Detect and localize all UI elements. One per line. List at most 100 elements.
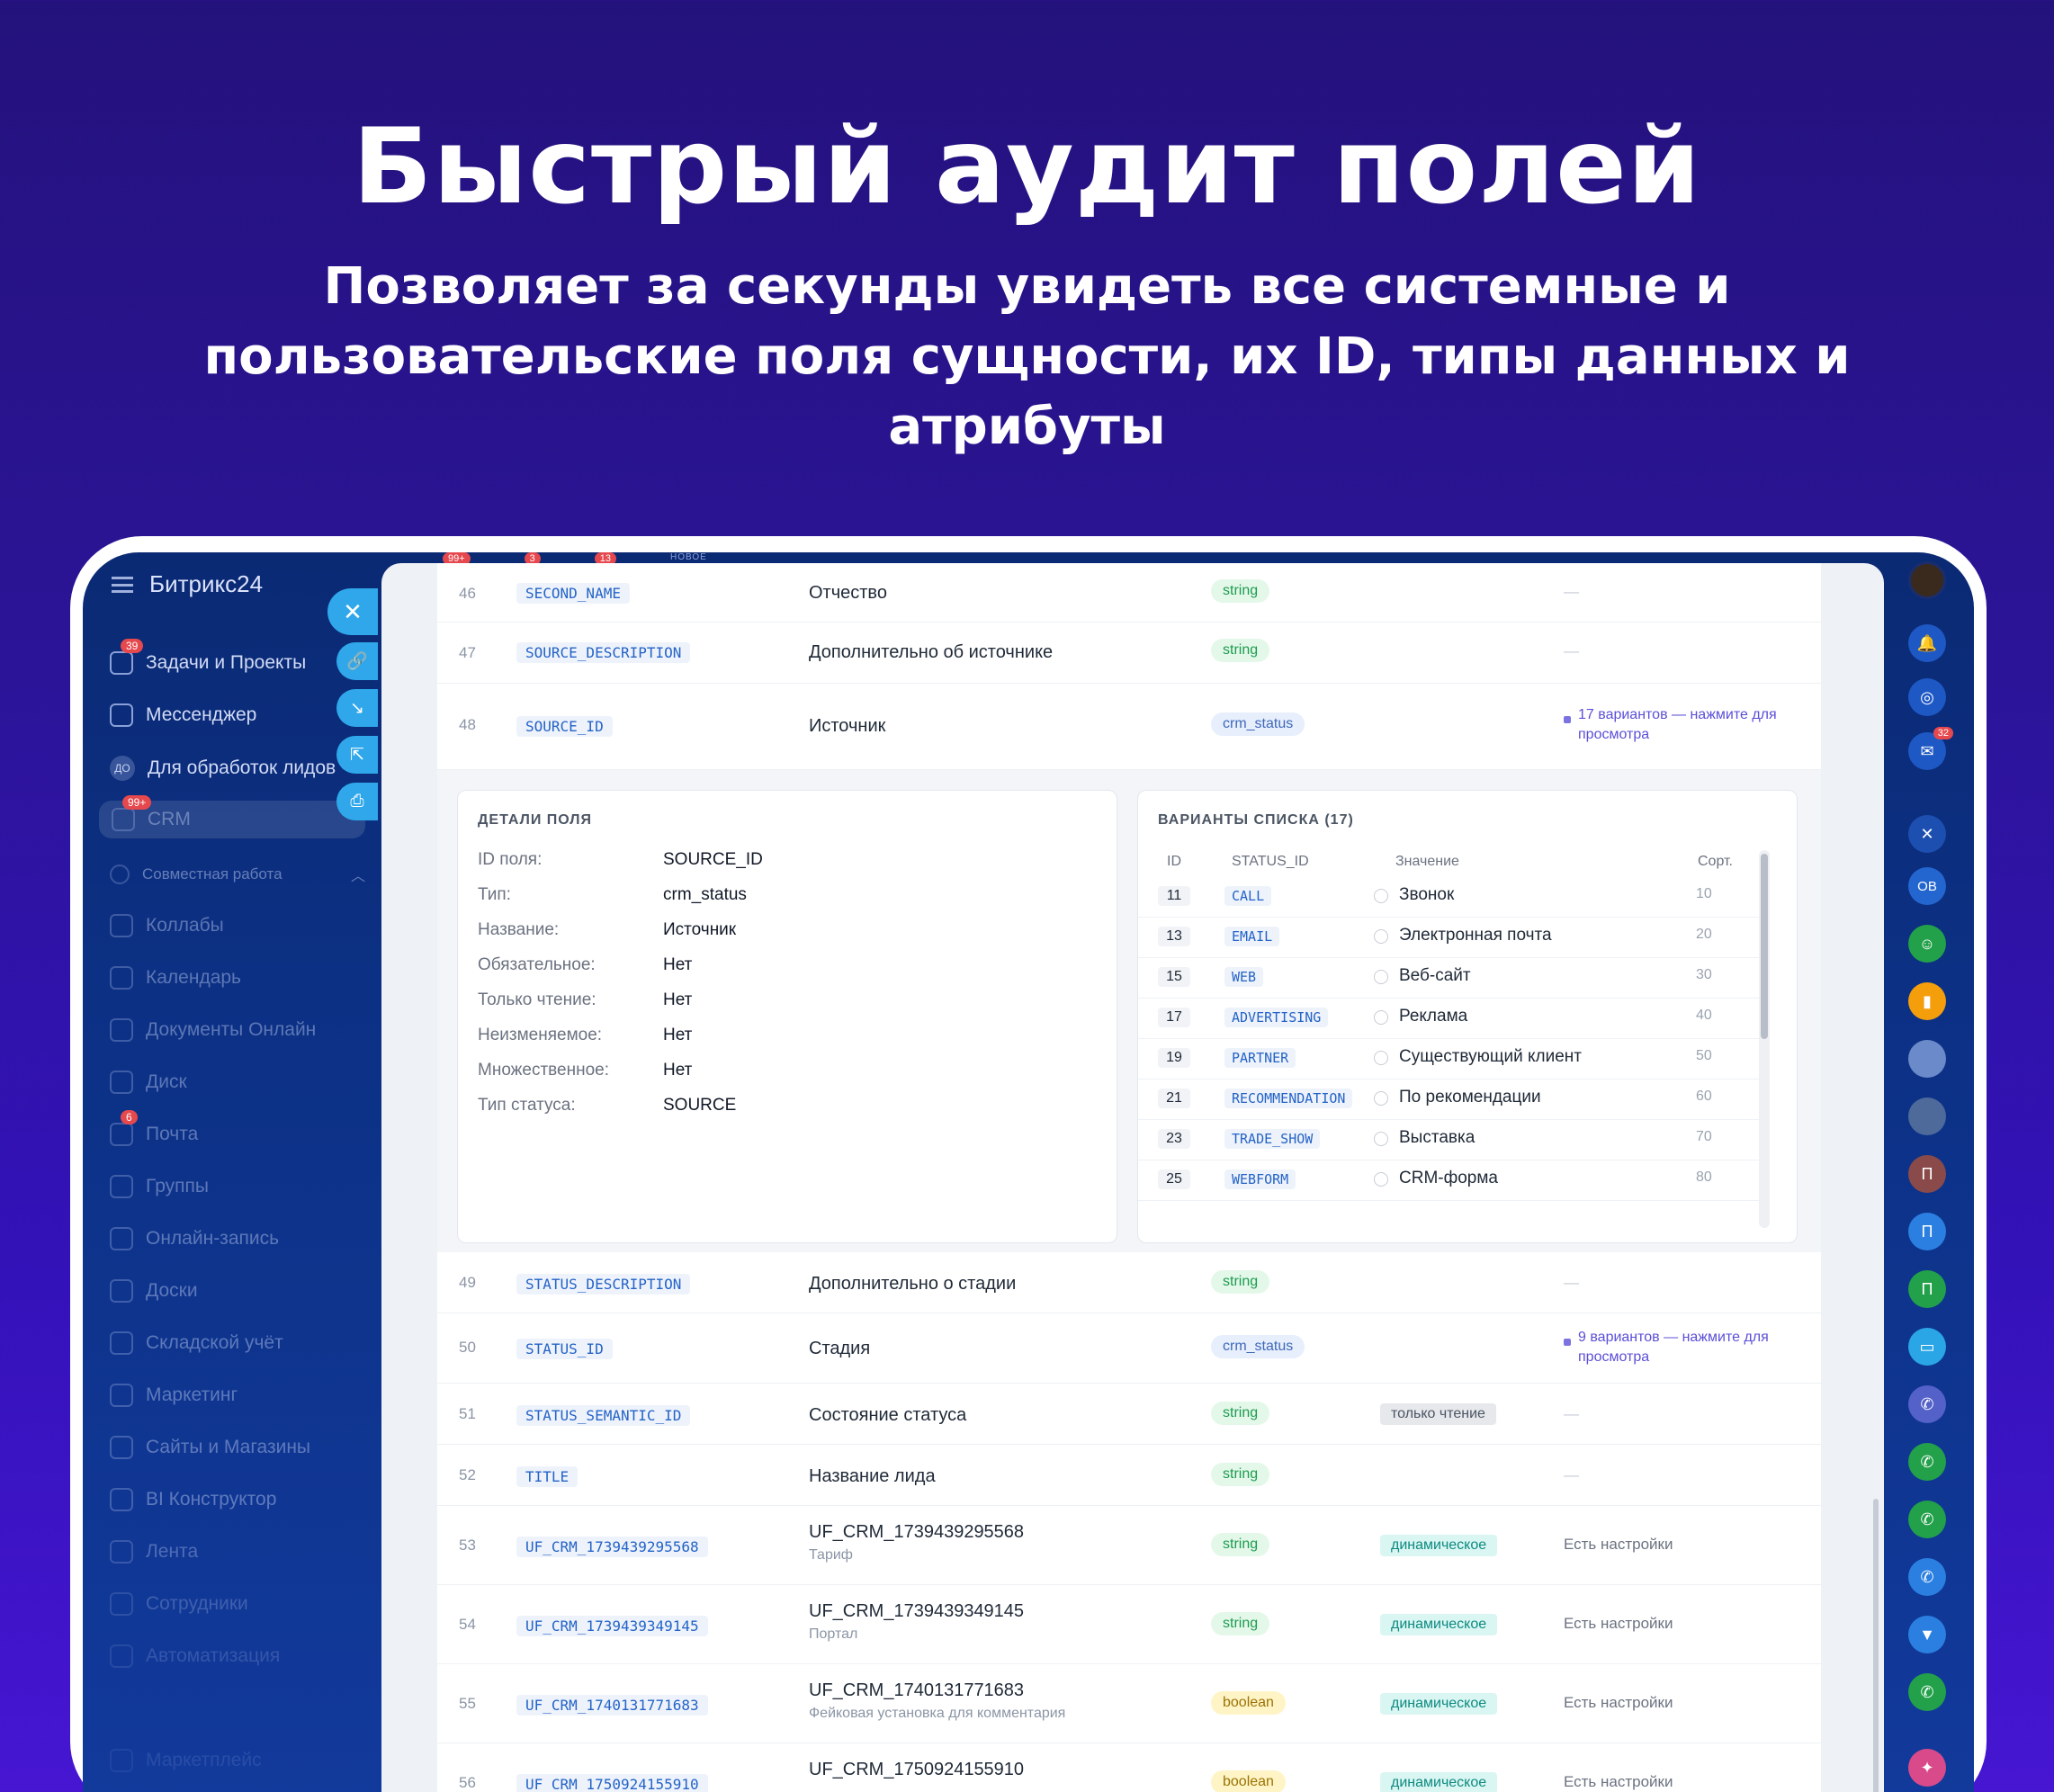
list-item[interactable]: 13 EMAIL Электронная почта 20 (1138, 918, 1759, 958)
minimize-button[interactable]: ↘ (336, 689, 378, 727)
sidebar-item-tasks[interactable]: 39 Задачи и Проекты (110, 639, 306, 675)
row-number: 47 (459, 644, 476, 661)
sidebar-item-collabs[interactable]: Коллабы (110, 914, 224, 937)
sidebar-section-collab[interactable]: Совместная работа ︿ (110, 864, 371, 885)
table-row[interactable]: 56 UF_CRM_1750924155910 UF_CRM_175092415… (437, 1743, 1821, 1792)
close-panel-button[interactable]: ✕ (327, 588, 378, 635)
sidebar-item-label: Маркетплейс (146, 1750, 262, 1770)
list-item[interactable]: 23 TRADE_SHOW Выставка 70 (1138, 1120, 1759, 1160)
field-code: SOURCE_DESCRIPTION (516, 642, 691, 663)
phone-icon[interactable]: ✆ (1908, 1443, 1946, 1481)
list-item-value: CRM-форма (1374, 1169, 1498, 1187)
table-row[interactable]: 48 SOURCE_ID Источник crm_status 17 вари… (437, 684, 1821, 770)
list-title: ВАРИАНТЫ СПИСКА (17) (1158, 812, 1354, 828)
detail-value: Нет (663, 955, 693, 974)
table-row[interactable]: 53 UF_CRM_1739439295568 UF_CRM_173943929… (437, 1506, 1821, 1585)
list-item-sort: 70 (1696, 1129, 1712, 1144)
sidebar-item-boards[interactable]: Доски (110, 1279, 198, 1303)
list-item[interactable]: 15 WEB Веб-сайт 30 (1138, 958, 1759, 999)
field-audit-panel: 46 SECOND_NAME Отчество string — 47 SOUR… (381, 563, 1884, 1792)
avatar[interactable]: П (1908, 1270, 1946, 1308)
brand-logo[interactable]: Битрикс24 (149, 570, 263, 598)
sidebar-item-mail[interactable]: 6 Почта (110, 1110, 198, 1146)
table-row[interactable]: 47 SOURCE_DESCRIPTION Дополнительно об и… (437, 623, 1821, 684)
avatar[interactable]: ОВ (1908, 867, 1946, 905)
phone-icon[interactable]: ✆ (1908, 1558, 1946, 1596)
menu-icon[interactable] (112, 576, 133, 593)
table-row[interactable]: 51 STATUS_SEMANTIC_ID Состояние статуса … (437, 1384, 1821, 1445)
detail-value: Нет (663, 990, 693, 1009)
list-scrollbar[interactable] (1759, 850, 1770, 1228)
list-item-value: Существующий клиент (1374, 1047, 1582, 1066)
table-row[interactable]: 55 UF_CRM_1740131771683 UF_CRM_174013177… (437, 1664, 1821, 1743)
cart-icon (110, 1436, 133, 1459)
user-photo[interactable] (1908, 1098, 1946, 1135)
list-item[interactable]: 17 ADVERTISING Реклама 40 (1138, 999, 1759, 1039)
sidebar-item-bi[interactable]: BI Конструктор (110, 1488, 276, 1511)
table-row[interactable]: 50 STATUS_ID Стадия crm_status 9 вариант… (437, 1313, 1821, 1384)
sidebar-item-marketing[interactable]: Маркетинг (110, 1384, 238, 1407)
type-badge: string (1211, 639, 1270, 662)
table-row[interactable]: 49 STATUS_DESCRIPTION Дополнительно о ст… (437, 1252, 1821, 1313)
phone-icon[interactable]: ✆ (1908, 1501, 1946, 1538)
list-item[interactable]: 21 RECOMMENDATION По рекомендации 60 (1138, 1080, 1759, 1120)
sidebar-item-groups[interactable]: Группы (110, 1175, 209, 1198)
type-badge: crm_status (1211, 1335, 1305, 1358)
field-code: SOURCE_ID (516, 716, 613, 737)
list-item-id: 11 (1158, 886, 1190, 906)
sidebar-item-label: Календарь (146, 967, 241, 988)
sidebar-item-disk[interactable]: Диск (110, 1071, 187, 1094)
phone-icon[interactable]: ✆ (1908, 1673, 1946, 1711)
cross-tools-icon[interactable]: ✕ (1908, 815, 1946, 853)
row-number: 52 (459, 1466, 476, 1483)
user-photo[interactable] (1908, 1040, 1946, 1078)
app-icon[interactable]: ✦ (1908, 1749, 1946, 1787)
accessibility-icon[interactable]: ☺ (1908, 925, 1946, 963)
sidebar-item-calendar[interactable]: Календарь (110, 966, 241, 990)
message-icon[interactable]: ▭ (1908, 1328, 1946, 1366)
scrollbar-thumb[interactable] (1761, 854, 1768, 1039)
avatar[interactable]: П (1908, 1155, 1946, 1193)
sidebar-item-automation[interactable]: Автоматизация (110, 1644, 280, 1668)
list-item[interactable]: 11 CALL Звонок 10 (1138, 877, 1759, 918)
variants-link[interactable]: 17 вариантов — нажмите для просмотра (1564, 705, 1807, 745)
user-avatar[interactable] (1908, 561, 1946, 599)
sidebar-item-marketplace[interactable]: Маркетплейс (110, 1749, 262, 1772)
sidebar-item-employees[interactable]: Сотрудники (110, 1592, 248, 1616)
avatar[interactable]: П (1908, 1213, 1946, 1250)
sidebar-item-label: Диск (146, 1071, 187, 1092)
sidebar-item-label: BI Конструктор (146, 1489, 277, 1510)
bar-chart-icon[interactable]: ▮ (1908, 982, 1946, 1020)
sidebar-item-leads[interactable]: ДО Для обработок лидов (110, 756, 336, 781)
copy-link-button[interactable]: 🔗 (336, 642, 378, 680)
fields-table: 46 SECOND_NAME Отчество string — 47 SOUR… (437, 563, 1821, 1792)
table-row[interactable]: 46 SECOND_NAME Отчество string — (437, 563, 1821, 623)
sidebar-item-messenger[interactable]: Мессенджер (110, 703, 256, 727)
phone-icon[interactable]: ✆ (1908, 1385, 1946, 1423)
table-row[interactable]: 54 UF_CRM_1739439349145 UF_CRM_173943934… (437, 1585, 1821, 1664)
open-new-window-button[interactable]: ⇱ (336, 736, 378, 774)
table-row[interactable]: 52 TITLE Название лида string — (437, 1445, 1821, 1506)
list-item[interactable]: 19 PARTNER Существующий клиент 50 (1138, 1039, 1759, 1080)
sidebar-item-label: Маркетинг (146, 1384, 238, 1405)
sidebar-item-feed[interactable]: Лента (110, 1540, 198, 1564)
settings-text: Есть настройки (1564, 1694, 1673, 1711)
details-title: ДЕТАЛИ ПОЛЯ (478, 812, 593, 828)
variants-link[interactable]: 9 вариантов — нажмите для просмотра (1564, 1328, 1807, 1367)
sidebar-item-sites[interactable]: Сайты и Магазины (110, 1436, 310, 1459)
page-scrollbar[interactable] (1873, 1499, 1879, 1792)
hero-subtitle-line2: пользовательские поля сущности, их ID, т… (203, 327, 1851, 456)
employees-icon (110, 1592, 133, 1616)
sidebar-item-label: Документы Онлайн (146, 1019, 317, 1040)
sidebar-item-crm[interactable]: 99+ CRM (99, 795, 365, 838)
copilot-icon[interactable]: ◎ (1908, 678, 1946, 716)
chat-icon[interactable]: ✉ 32 (1908, 727, 1953, 770)
print-button[interactable]: ⎙ (336, 783, 378, 820)
bookmark-icon[interactable]: ▼ (1908, 1616, 1946, 1653)
app-screen: 99+ 3 13 НОВОЕ Битрикс24 39 Задачи и Про… (83, 552, 1974, 1792)
sidebar-item-inventory[interactable]: Складской учёт (110, 1331, 283, 1355)
sidebar-item-booking[interactable]: Онлайн-запись (110, 1227, 279, 1250)
sidebar-item-documents[interactable]: Документы Онлайн (110, 1018, 316, 1042)
list-item[interactable]: 25 WEBFORM CRM-форма 80 (1138, 1160, 1759, 1201)
bell-icon[interactable]: 🔔 (1908, 624, 1946, 662)
